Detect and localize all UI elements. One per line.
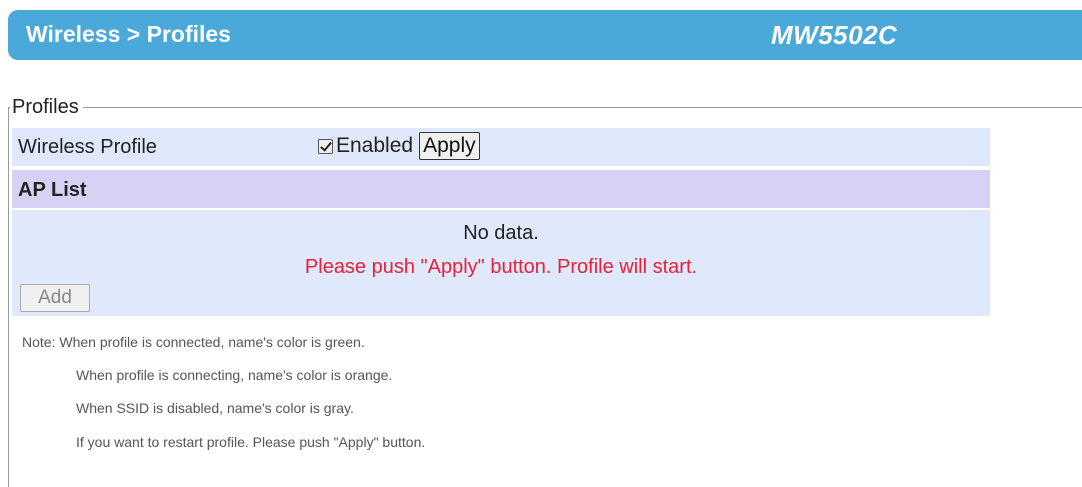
page-header: Wireless > Profiles MW5502C (8, 10, 1082, 60)
push-apply-message: Please push "Apply" button. Profile will… (304, 256, 698, 278)
enabled-checkbox[interactable] (318, 139, 333, 154)
wireless-profile-row: Wireless Profile Enabled Apply (12, 128, 990, 166)
ap-list-header: AP List (12, 170, 990, 208)
wireless-profile-controls: Enabled Apply (318, 132, 480, 160)
breadcrumb: Wireless > Profiles (26, 21, 231, 47)
note-line: When profile is connecting, name's color… (76, 367, 393, 383)
note-line: If you want to restart profile. Please p… (76, 434, 426, 450)
wireless-profile-label: Wireless Profile (18, 136, 157, 158)
ap-list-body: No data. Please push "Apply" button. Pro… (12, 210, 990, 316)
apply-button[interactable]: Apply (419, 132, 480, 160)
profiles-legend: Profiles (10, 96, 83, 119)
ap-list-title: AP List (18, 179, 87, 201)
add-button[interactable]: Add (20, 284, 90, 312)
device-model: MW5502C (771, 20, 898, 50)
note-line: Note: When profile is connected, name's … (22, 334, 365, 350)
note-line: When SSID is disabled, name's color is g… (76, 400, 354, 416)
enabled-label: Enabled (336, 134, 414, 157)
no-data-text: No data. (463, 222, 539, 244)
